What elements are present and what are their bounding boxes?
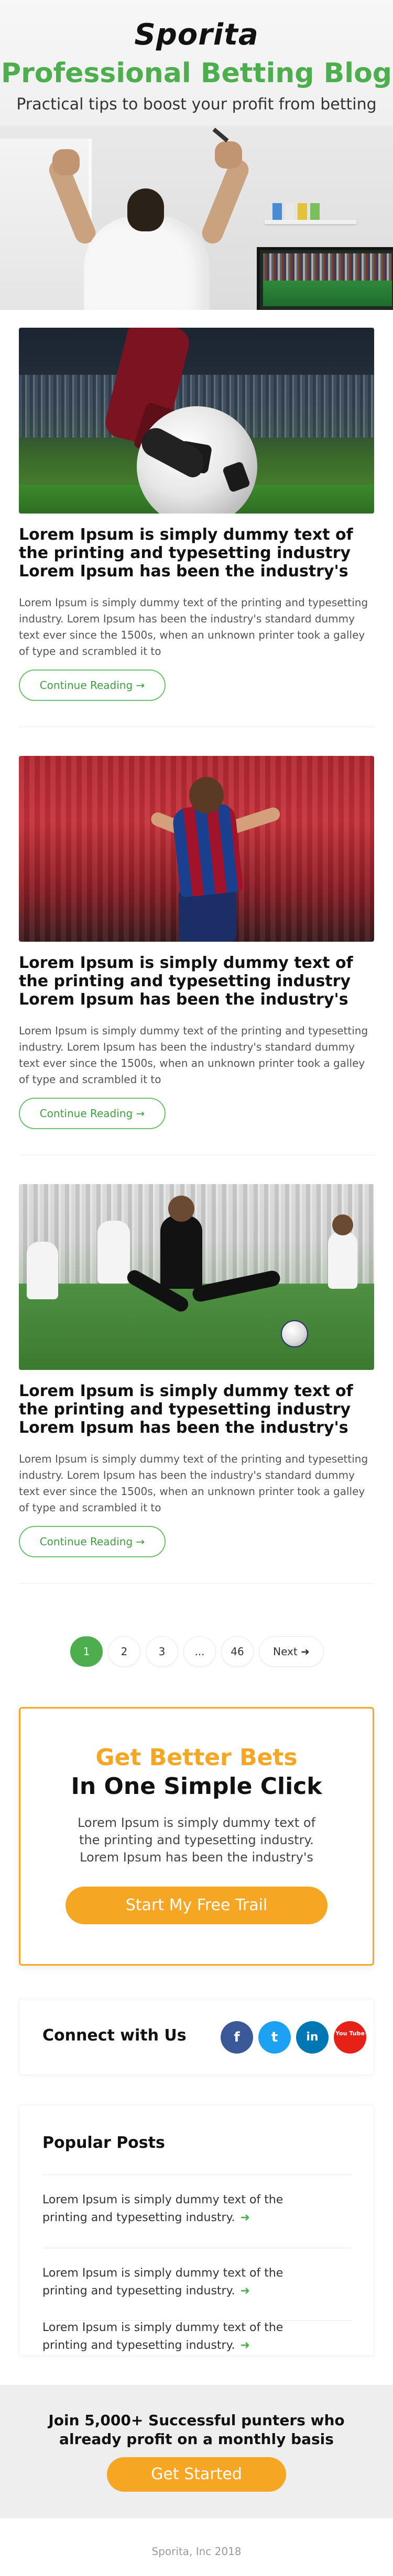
page-2-button[interactable]: 2 <box>108 1636 140 1667</box>
site-logo[interactable]: Sporita <box>0 18 393 52</box>
article-card: Lorem Ipsum is simply dummy text of the … <box>19 1184 374 1612</box>
connect-label: Connect with Us <box>42 2026 187 2045</box>
page-46-button[interactable]: 46 <box>221 1636 254 1667</box>
hero-banner: Sporita Professional Betting Blog Practi… <box>0 0 393 310</box>
article-card: Lorem Ipsum is simply dummy text of the … <box>19 756 374 1184</box>
article-image[interactable] <box>19 1184 374 1370</box>
footer-line-1: Join 5,000+ Successful punters who <box>48 2412 345 2429</box>
article-image[interactable] <box>19 328 374 514</box>
shelf-decor <box>265 220 356 224</box>
youtube-icon[interactable]: You Tube <box>334 2021 366 2054</box>
hero-subtitle: Practical tips to boost your profit from… <box>16 95 377 114</box>
popular-posts: Popular Posts Lorem Ipsum is simply dumm… <box>19 2105 374 2356</box>
page-3-button[interactable]: 3 <box>146 1636 178 1667</box>
article-excerpt: Lorem Ipsum is simply dummy text of the … <box>19 1024 368 1086</box>
page-1-button[interactable]: 1 <box>70 1636 103 1667</box>
next-page-button[interactable]: Next ➜ <box>259 1636 324 1667</box>
logo-text: Sporita <box>134 18 259 52</box>
arrow-right-icon[interactable]: ➜ <box>240 2339 249 2352</box>
facebook-icon[interactable]: f <box>221 2021 253 2054</box>
get-started-button[interactable]: Get Started <box>107 2457 286 2492</box>
pagination: 1 2 3 ... 46 Next ➜ <box>0 1636 393 1668</box>
tv-image <box>257 247 393 310</box>
start-free-trial-button[interactable]: Start My Free Trail <box>66 1887 328 1924</box>
cta-title-highlight: Get Better Bets <box>95 1744 298 1771</box>
popular-posts-title: Popular Posts <box>42 2134 165 2152</box>
page-ellipsis: ... <box>183 1636 216 1667</box>
twitter-icon[interactable]: t <box>258 2021 291 2054</box>
article-card: Lorem Ipsum is simply dummy text of the … <box>19 328 374 756</box>
article-title[interactable]: Lorem Ipsum is simply dummy text of the … <box>19 954 374 1009</box>
fan-fist-right <box>215 141 242 169</box>
fan-fist-left <box>52 149 80 175</box>
arrow-right-icon[interactable]: ➜ <box>240 2211 249 2224</box>
copyright: Sporita, Inc 2018 <box>151 2545 242 2558</box>
footer-signup: Join 5,000+ Successful punters who alrea… <box>0 2385 393 2518</box>
hero-title: Professional Betting Blog <box>1 58 392 89</box>
continue-reading-button[interactable]: Continue Reading → <box>19 1098 166 1129</box>
continue-reading-button[interactable]: Continue Reading → <box>19 1526 166 1557</box>
cta-text: Lorem Ipsum is simply dummy text of the … <box>77 1815 316 1865</box>
shelf-items-decor <box>272 203 356 221</box>
article-excerpt: Lorem Ipsum is simply dummy text of the … <box>19 596 368 657</box>
connect-with-us: Connect with Us f t in You Tube <box>19 1999 374 2075</box>
footer-line-2: already profit on a monthly basis <box>59 2430 334 2448</box>
arrow-right-icon[interactable]: ➜ <box>240 2284 249 2298</box>
linkedin-icon[interactable]: in <box>296 2021 329 2054</box>
fan-head-image <box>127 188 164 231</box>
divider <box>42 2174 352 2175</box>
article-excerpt: Lorem Ipsum is simply dummy text of the … <box>19 1453 368 1514</box>
cta-title: In One Simple Click <box>71 1773 322 1800</box>
free-trial-cta: Get Better Bets In One Simple Click Lore… <box>19 1707 374 1966</box>
article-image[interactable] <box>19 756 374 942</box>
article-title[interactable]: Lorem Ipsum is simply dummy text of the … <box>19 526 374 581</box>
article-title[interactable]: Lorem Ipsum is simply dummy text of the … <box>19 1382 374 1437</box>
continue-reading-button[interactable]: Continue Reading → <box>19 670 166 701</box>
article-list: Lorem Ipsum is simply dummy text of the … <box>19 328 374 1612</box>
